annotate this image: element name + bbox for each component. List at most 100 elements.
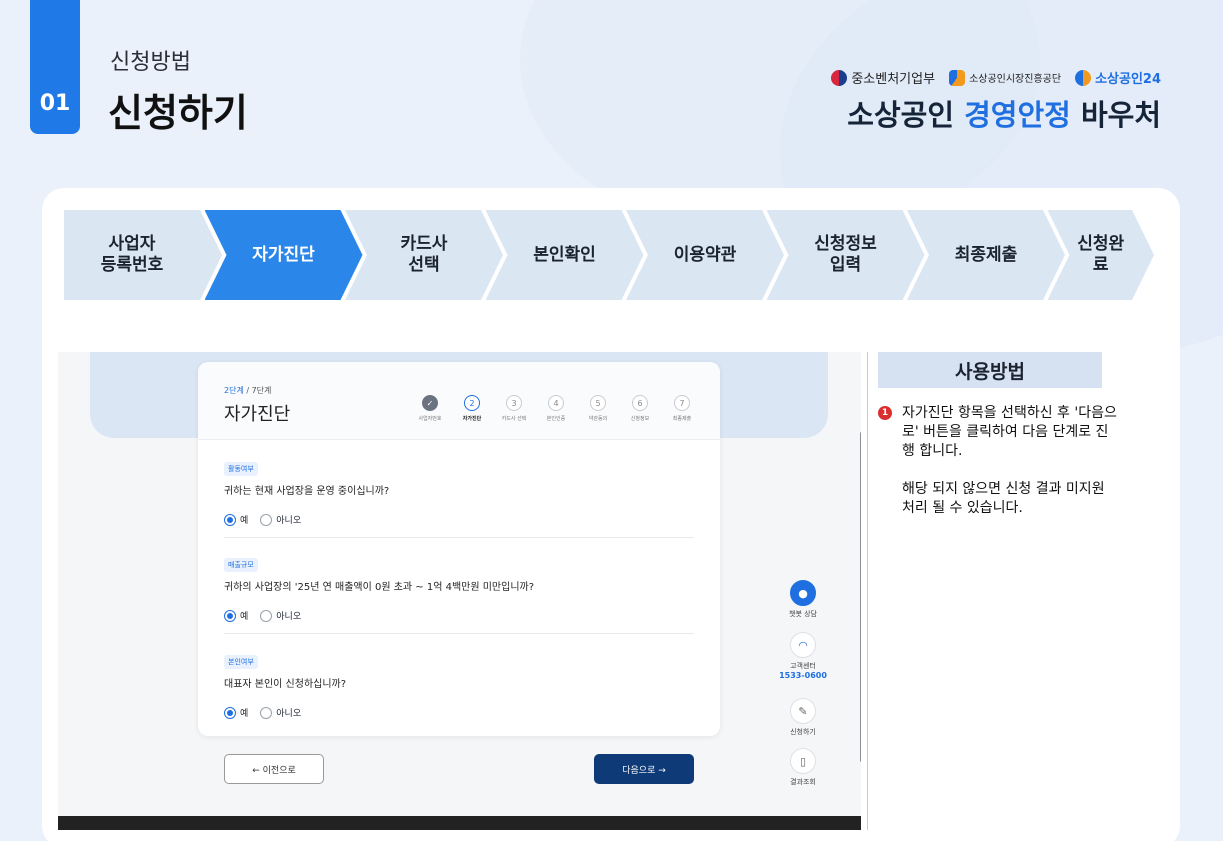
next-button[interactable]: 다음으로 → (594, 754, 694, 784)
government-emblem-icon (831, 69, 848, 86)
question-text: 귀하는 현재 사업장을 운영 중이십니까? (224, 486, 390, 497)
mini-step-1: ✓ 사업자번호 (416, 395, 444, 422)
logo-mss-label: 중소벤처기업부 (851, 72, 936, 87)
mini-step-circle: 5 (590, 395, 606, 411)
mini-step-label: 본인인증 (546, 416, 566, 422)
usage-text-1: 자가진단 항목을 선택하신 후 '다음으로' 버튼을 클릭하여 다음 단계로 진… (902, 405, 1117, 459)
radio-yes-label: 예 (240, 612, 249, 622)
step-1: 사업자 등록번호 (64, 210, 222, 300)
logo-mss: 중소벤처기업부 (831, 68, 935, 87)
page-indicator-total: / 7단계 (243, 386, 272, 395)
radio-checked-icon (224, 706, 236, 719)
mini-step-6: 6 신청정보 (626, 395, 654, 422)
chat-icon: ● (790, 580, 816, 606)
mini-step-label: 최종제출 (672, 416, 692, 422)
apply-button[interactable]: ✎ 신청하기 (788, 698, 818, 737)
mini-step-label: 사업자번호 (418, 416, 442, 422)
radio-yes[interactable]: 예 (224, 513, 248, 526)
answer-options: 예 아니오 (224, 609, 694, 622)
divider (867, 352, 868, 830)
content-card: 사업자 등록번호 자가진단 카드사 선택 본인확인 이용약관 신청정보 입력 최종제출 신청완… (42, 188, 1180, 841)
screenshot-frame: 2단계 / 7단계 자가진단 ✓ 사업자번호 2 자가진단 3 카드사 선택 4 본인인증 5 약… (58, 352, 861, 830)
radio-no[interactable]: 아니오 (260, 513, 301, 526)
brand-suffix: 바우처 (1070, 98, 1161, 132)
usage-text-2: 해당 되지 않으면 신청 결과 미지원 처리 될 수 있습니다. (902, 481, 1105, 516)
self-diagnosis-panel: 2단계 / 7단계 자가진단 ✓ 사업자번호 2 자가진단 3 카드사 선택 4 본인인증 5 약… (198, 362, 720, 736)
panel-header: 2단계 / 7단계 자가진단 ✓ 사업자번호 2 자가진단 3 카드사 선택 4 본인인증 5 약… (198, 362, 720, 440)
radio-checked-icon (224, 513, 236, 526)
sbiz24-emblem-icon (1075, 69, 1092, 86)
prev-button[interactable]: ← 이전으로 (224, 754, 324, 784)
question-divider (224, 633, 694, 634)
mini-step-label: 약관동의 (588, 416, 608, 422)
mini-step-circle: 4 (548, 395, 564, 411)
section-subtitle: 신청방법 (110, 50, 191, 75)
radio-no-label: 아니오 (276, 709, 302, 719)
step-number-badge: 01 (30, 0, 80, 134)
usage-number-badge: 1 (878, 406, 892, 420)
mini-step-3: 3 카드사 선택 (500, 395, 528, 422)
usage-description: 1 자가진단 항목을 선택하신 후 '다음으로' 버튼을 클릭하여 다음 단계로… (878, 404, 1118, 518)
radio-unchecked-icon (260, 513, 273, 526)
page-title: 신청하기 (108, 91, 248, 135)
logo-semas-label: 소상공인시장진흥공단 (969, 74, 1062, 85)
radio-checked-icon (224, 609, 236, 622)
step-7: 최종제출 (907, 210, 1065, 300)
edit-icon: ✎ (790, 698, 816, 724)
logo-group: 중소벤처기업부 소상공인시장진흥공단 소상공인24 (831, 68, 1161, 87)
mini-stepper: ✓ 사업자번호 2 자가진단 3 카드사 선택 4 본인인증 5 약관동의 6 신청정보 7 최종제출 (416, 395, 696, 422)
radio-unchecked-icon (260, 609, 273, 622)
question-tag: 매출규모 (224, 558, 258, 572)
bottom-bar (58, 816, 861, 830)
question-1: 활동여부귀하는 현재 사업장을 운영 중이십니까? 예 아니오 (224, 456, 694, 526)
logo-sbiz24-label: 소상공인24 (1095, 72, 1161, 87)
logo-sbiz24: 소상공인24 (1075, 68, 1161, 87)
result-label: 결과조회 (790, 778, 816, 786)
answer-options: 예 아니오 (224, 706, 694, 719)
logo-semas: 소상공인시장진흥공단 (949, 69, 1062, 86)
question-divider (224, 537, 694, 538)
radio-yes-label: 예 (240, 709, 249, 719)
customer-center-label: 고객센터 (790, 662, 816, 670)
page-indicator: 2단계 / 7단계 (224, 385, 271, 396)
brand-highlight: 경영안정 (964, 98, 1071, 132)
step-5: 이용약관 (626, 210, 784, 300)
radio-no[interactable]: 아니오 (260, 706, 301, 719)
mini-step-2: 2 자가진단 (458, 395, 486, 422)
radio-yes[interactable]: 예 (224, 609, 248, 622)
mini-step-label: 카드사 선택 (501, 416, 527, 422)
step-6: 신청정보 입력 (767, 210, 925, 300)
page-indicator-current: 2단계 (224, 386, 244, 395)
question-text: 대표자 본인이 신청하십니까? (224, 679, 347, 690)
mini-step-5: 5 약관동의 (584, 395, 612, 422)
mini-step-label: 자가진단 (462, 416, 482, 422)
mini-step-4: 4 본인인증 (542, 395, 570, 422)
usage-title: 사용방법 (878, 352, 1102, 388)
question-tag: 본인여부 (224, 655, 258, 669)
headset-icon: ◠ (790, 632, 816, 658)
step-3: 카드사 선택 (345, 210, 503, 300)
radio-unchecked-icon (260, 706, 273, 719)
radio-yes-label: 예 (240, 516, 249, 526)
question-3: 본인여부대표자 본인이 신청하십니까? 예 아니오 (224, 649, 694, 719)
step-2: 자가진단 (205, 210, 363, 300)
question-text: 귀하의 사업장의 '25년 연 매출액이 0원 초과 ~ 1억 4백만원 미만입… (224, 582, 535, 593)
document-search-icon: ▯ (790, 748, 816, 774)
question-tag: 활동여부 (224, 462, 258, 476)
scrollbar[interactable] (860, 432, 861, 762)
mini-step-7: 7 최종제출 (668, 395, 696, 422)
mini-step-circle: 6 (632, 395, 648, 411)
result-button[interactable]: ▯ 결과조회 (788, 748, 818, 787)
chatbot-label: 챗봇 상담 (789, 610, 817, 618)
mini-step-circle: 2 (464, 395, 480, 411)
brand-prefix: 소상공인 (847, 98, 965, 132)
radio-no-label: 아니오 (276, 516, 302, 526)
apply-label: 신청하기 (790, 728, 816, 736)
step-number: 01 (39, 91, 71, 116)
customer-center-phone: 1533-0600 (779, 671, 827, 680)
question-2: 매출규모귀하의 사업장의 '25년 연 매출액이 0원 초과 ~ 1억 4백만원… (224, 552, 694, 622)
customer-center-button[interactable]: ◠ 고객센터 1533-0600 (779, 632, 827, 680)
radio-no[interactable]: 아니오 (260, 609, 301, 622)
chatbot-button[interactable]: ● 챗봇 상담 (788, 580, 818, 619)
radio-yes[interactable]: 예 (224, 706, 248, 719)
